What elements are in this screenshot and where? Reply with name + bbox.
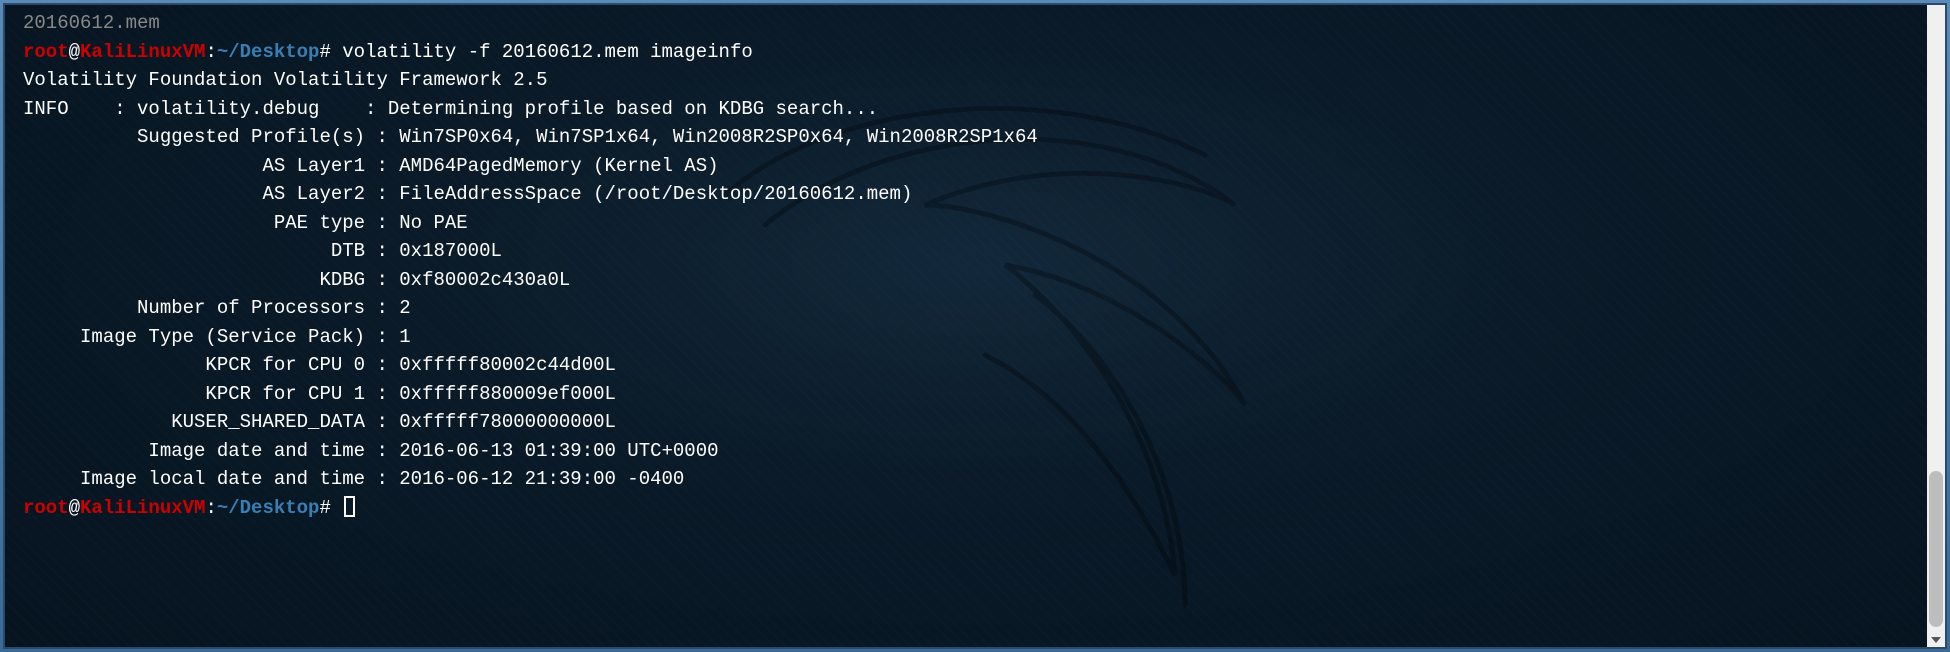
prompt-host: KaliLinuxVM: [80, 497, 205, 519]
info-line: INFO : volatility.debug : Determining pr…: [23, 95, 1927, 124]
output-line: Image Type (Service Pack) : 1: [23, 323, 1927, 352]
command-text: volatility -f 20160612.mem imageinfo: [342, 41, 752, 63]
chevron-down-icon[interactable]: [1931, 637, 1941, 643]
output-line: Number of Processors : 2: [23, 294, 1927, 323]
output-line: Suggested Profile(s) : Win7SP0x64, Win7S…: [23, 123, 1927, 152]
prompt-user: root: [23, 497, 69, 519]
output-line: KDBG : 0xf80002c430a0L: [23, 266, 1927, 295]
terminal-output: 20160612.mem root@KaliLinuxVM:~/Desktop#…: [5, 5, 1945, 526]
prompt-line-2[interactable]: root@KaliLinuxVM:~/Desktop#: [23, 494, 1927, 523]
output-line: Image date and time : 2016-06-13 01:39:0…: [23, 437, 1927, 466]
window-frame: 20160612.mem root@KaliLinuxVM:~/Desktop#…: [0, 0, 1950, 652]
output-line: Image local date and time : 2016-06-12 2…: [23, 465, 1927, 494]
prompt-at: @: [69, 41, 80, 63]
prompt-cwd: ~/Desktop: [217, 497, 320, 519]
prompt-symbol: #: [319, 497, 330, 519]
output-line: KPCR for CPU 1 : 0xfffff880009ef000L: [23, 380, 1927, 409]
prompt-user: root: [23, 41, 69, 63]
prompt-line-1: root@KaliLinuxVM:~/Desktop# volatility -…: [23, 38, 1927, 67]
header-line: Volatility Foundation Volatility Framewo…: [23, 66, 1927, 95]
terminal-area[interactable]: 20160612.mem root@KaliLinuxVM:~/Desktop#…: [3, 3, 1947, 649]
prompt-colon: :: [205, 41, 216, 63]
cursor-icon: [344, 496, 355, 517]
output-line: KUSER_SHARED_DATA : 0xfffff78000000000L: [23, 408, 1927, 437]
prompt-host: KaliLinuxVM: [80, 41, 205, 63]
prompt-symbol: #: [319, 41, 330, 63]
prompt-cwd: ~/Desktop: [217, 41, 320, 63]
prompt-colon: :: [205, 497, 216, 519]
output-line: AS Layer1 : AMD64PagedMemory (Kernel AS): [23, 152, 1927, 181]
output-line: PAE type : No PAE: [23, 209, 1927, 238]
output-line: AS Layer2 : FileAddressSpace (/root/Desk…: [23, 180, 1927, 209]
output-line: DTB : 0x187000L: [23, 237, 1927, 266]
output-line: KPCR for CPU 0 : 0xfffff80002c44d00L: [23, 351, 1927, 380]
prompt-at: @: [69, 497, 80, 519]
truncated-line: 20160612.mem: [23, 9, 1927, 38]
